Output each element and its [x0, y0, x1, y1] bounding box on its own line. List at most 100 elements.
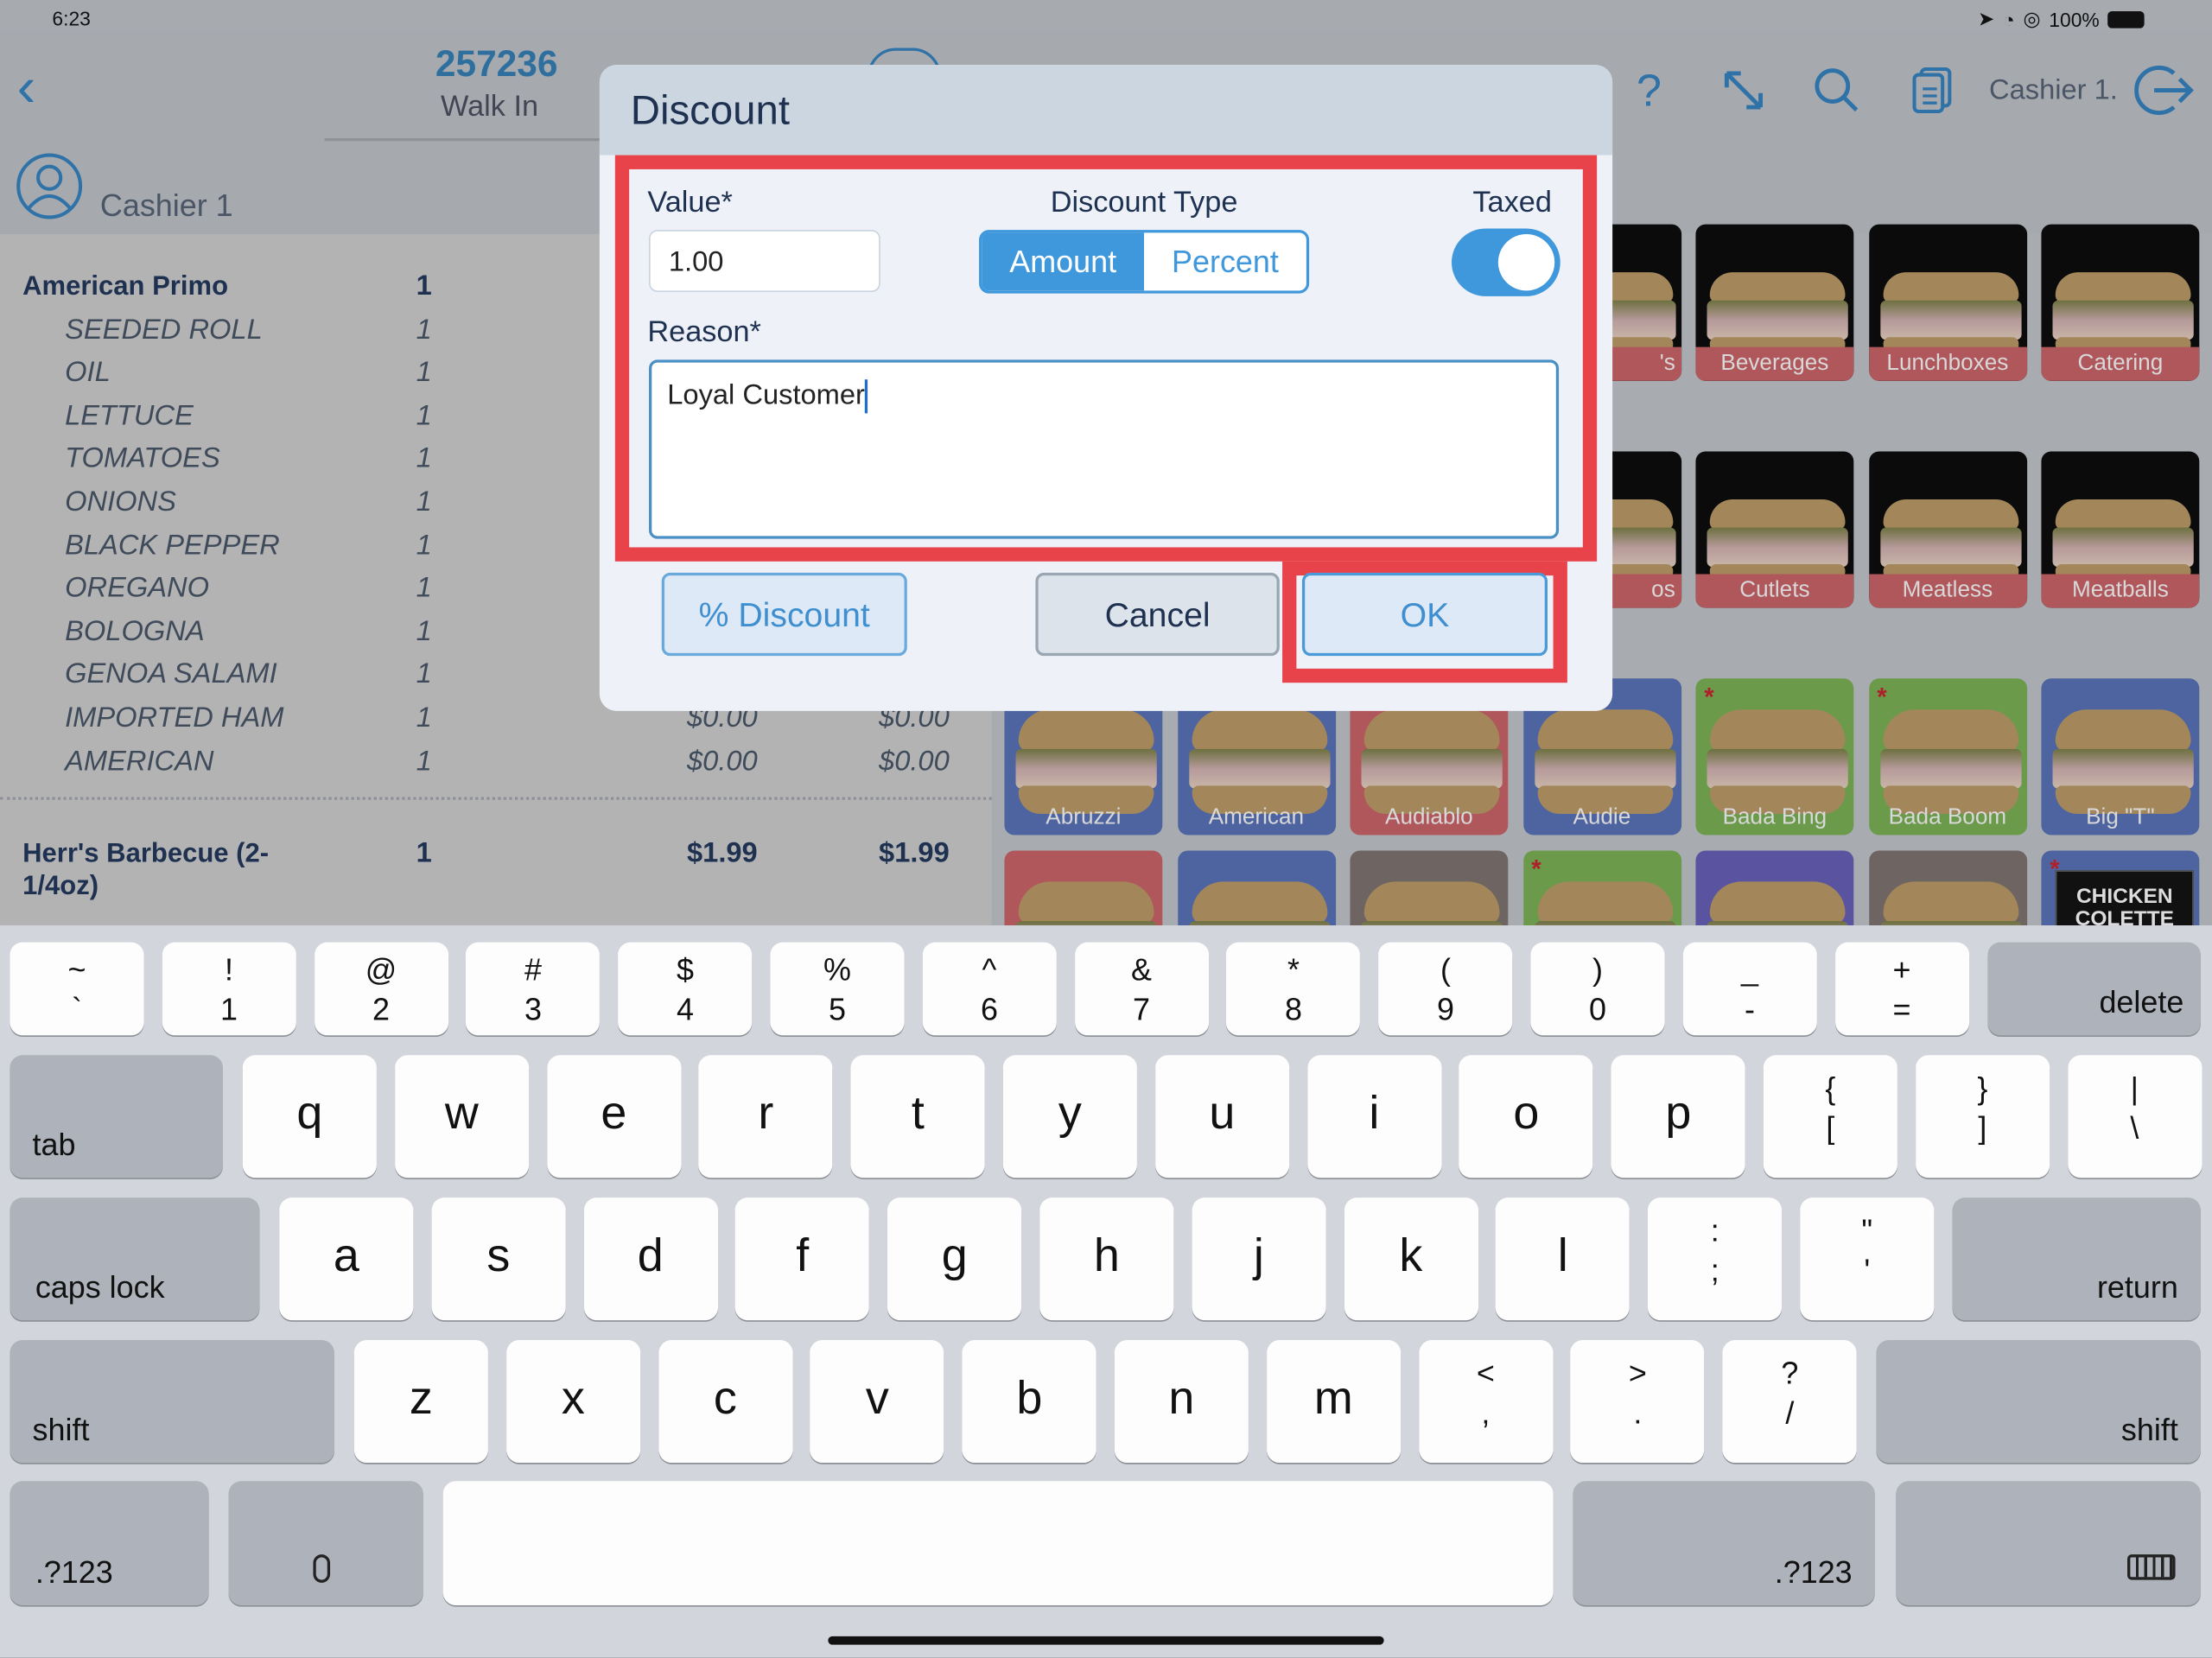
category-tile[interactable]: Lunchboxes — [1868, 224, 2027, 381]
key-w[interactable]: w — [394, 1055, 529, 1178]
reason-textarea[interactable]: Loyal Customer — [649, 359, 1560, 539]
key-/[interactable]: ? / — [1722, 1340, 1857, 1464]
key-x[interactable]: x — [505, 1340, 640, 1464]
percent-discount-button[interactable]: % Discount — [661, 572, 907, 657]
key--[interactable]: _ - — [1682, 942, 1817, 1036]
key-a[interactable]: a — [279, 1197, 414, 1321]
sandwich-image — [1363, 709, 1500, 753]
order-line-item[interactable]: Herr's Barbecue (2-1/4oz) 1 $1.99 $1.99 — [0, 838, 992, 909]
key-'[interactable]: " ' — [1800, 1197, 1935, 1321]
tab-key[interactable]: tab — [10, 1055, 223, 1178]
key-g[interactable]: g — [887, 1197, 1022, 1321]
taxed-toggle[interactable] — [1451, 228, 1560, 296]
key-c[interactable]: c — [658, 1340, 792, 1464]
key-[[interactable]: {[ — [1763, 1055, 1897, 1178]
key-=[interactable]: + = — [1834, 942, 1969, 1036]
item-qty: 1 — [416, 573, 432, 605]
delete-key[interactable]: delete — [1987, 942, 2201, 1036]
key-y[interactable]: y — [1002, 1055, 1137, 1178]
category-tile[interactable]: Big "T" — [2041, 678, 2200, 835]
document-icon[interactable] — [1911, 67, 1954, 115]
key-label: tab — [32, 1127, 76, 1163]
key-t[interactable]: t — [850, 1055, 985, 1178]
back-button[interactable]: ‹ — [17, 56, 36, 118]
key-.[interactable]: >. — [1570, 1340, 1705, 1464]
item-qty: 1 — [416, 270, 432, 302]
key-f[interactable]: f — [735, 1197, 870, 1321]
segment-percent[interactable]: Percent — [1144, 232, 1306, 291]
key-o[interactable]: o — [1459, 1055, 1593, 1178]
key-`[interactable]: ~ ` — [10, 942, 144, 1036]
shift-right-key[interactable]: shift — [1876, 1340, 2201, 1464]
key-b[interactable]: b — [962, 1340, 1096, 1464]
category-tile[interactable]: Bada Bing * — [1695, 678, 1854, 835]
expand-icon[interactable] — [1721, 67, 1766, 112]
category-tile[interactable]: Cutlets — [1695, 451, 1854, 608]
dismiss-keyboard-key[interactable] — [1896, 1481, 2201, 1605]
cashier-menu[interactable]: Cashier 1. — [1989, 75, 2118, 108]
category-tile[interactable]: Catering — [2041, 224, 2200, 381]
key-u[interactable]: u — [1154, 1055, 1289, 1178]
search-icon[interactable] — [1813, 67, 1861, 115]
key-p[interactable]: p — [1611, 1055, 1745, 1178]
category-tile[interactable]: Meatballs — [2041, 451, 2200, 608]
key-,[interactable]: <, — [1418, 1340, 1553, 1464]
key-backslash[interactable]: | \ — [2067, 1055, 2202, 1178]
key-top: @ — [365, 952, 397, 988]
key-r[interactable]: r — [698, 1055, 833, 1178]
key-char: z — [409, 1370, 433, 1423]
numbers-right-key[interactable]: .?123 — [1573, 1481, 1875, 1605]
key-8[interactable]: * 8 — [1226, 942, 1361, 1036]
help-icon[interactable]: ? — [1637, 65, 1662, 117]
logout-icon[interactable] — [2134, 62, 2194, 118]
category-label: American — [1208, 805, 1305, 829]
key-5[interactable]: % 5 — [770, 942, 905, 1036]
item-qty: 1 — [416, 443, 432, 475]
key-h[interactable]: h — [1039, 1197, 1174, 1321]
key-0[interactable]: ) 0 — [1530, 942, 1665, 1036]
status-icons: ➤ ◔ ◎ 100% — [1978, 7, 2145, 31]
key-char: r — [758, 1085, 774, 1138]
home-indicator[interactable] — [828, 1636, 1384, 1645]
category-tile[interactable]: Beverages — [1695, 224, 1854, 381]
microphone-key[interactable] — [228, 1481, 423, 1605]
key-6[interactable]: ^ 6 — [922, 942, 1057, 1036]
key-4[interactable]: $4 — [618, 942, 753, 1036]
key-7[interactable]: & 7 — [1074, 942, 1209, 1036]
key-s[interactable]: s — [431, 1197, 566, 1321]
key-q[interactable]: q — [242, 1055, 377, 1178]
key-e[interactable]: e — [546, 1055, 681, 1178]
numbers-left-key[interactable]: .?123 — [10, 1481, 209, 1605]
item-name: AMERICAN — [65, 746, 214, 777]
order-line-item[interactable]: AMERICAN 1 $0.00 $0.00 — [0, 746, 992, 788]
key-l[interactable]: l — [1496, 1197, 1630, 1321]
return-key[interactable]: return — [1952, 1197, 2201, 1321]
shift-left-key[interactable]: shift — [10, 1340, 334, 1464]
order-type[interactable]: Walk In — [409, 90, 569, 124]
key-;[interactable]: :; — [1648, 1197, 1783, 1321]
key-i[interactable]: i — [1306, 1055, 1441, 1178]
key-z[interactable]: z — [353, 1340, 488, 1464]
key-n[interactable]: n — [1114, 1340, 1249, 1464]
key-9[interactable]: (9 — [1378, 942, 1513, 1036]
item-qty: 1 — [416, 746, 432, 777]
ok-button[interactable]: OK — [1301, 572, 1548, 657]
cancel-button[interactable]: Cancel — [1035, 572, 1280, 657]
space-key[interactable] — [442, 1481, 1554, 1605]
key-2[interactable]: @2 — [314, 942, 448, 1036]
key-k[interactable]: k — [1344, 1197, 1478, 1321]
key-v[interactable]: v — [810, 1340, 944, 1464]
key-d[interactable]: d — [583, 1197, 718, 1321]
segment-amount[interactable]: Amount — [982, 232, 1145, 291]
category-tile[interactable]: Bada Boom * — [1868, 678, 2027, 835]
value-input[interactable]: 1.00 — [649, 230, 880, 292]
key-j[interactable]: j — [1192, 1197, 1326, 1321]
caps-lock-key[interactable]: caps lock — [10, 1197, 260, 1321]
category-tile[interactable]: Meatless — [1868, 451, 2027, 608]
key-3[interactable]: #3 — [466, 942, 601, 1036]
key-1[interactable]: ! 1 — [162, 942, 296, 1036]
key-][interactable]: }] — [1915, 1055, 2050, 1178]
sandwich-image — [1882, 499, 2018, 530]
battery-icon — [2107, 10, 2145, 28]
key-m[interactable]: m — [1266, 1340, 1401, 1464]
